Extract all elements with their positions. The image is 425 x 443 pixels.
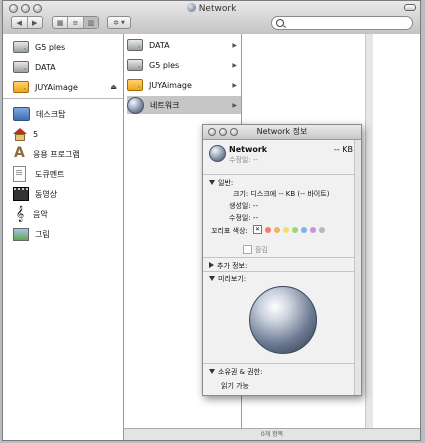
network-globe-icon <box>127 96 144 114</box>
disclosure-down-icon <box>209 180 215 185</box>
label-blue-swatch[interactable] <box>301 226 307 233</box>
toolbar-toggle-button[interactable] <box>404 4 416 11</box>
column-scrollbar[interactable] <box>365 34 373 429</box>
label-yellow-swatch[interactable] <box>283 226 289 233</box>
documents-icon <box>13 166 26 182</box>
window-titlebar[interactable]: Network ◀ ▶ ▦ ≡ ▥ ✲ ▼ <box>3 1 420 35</box>
sidebar-divider <box>3 98 123 99</box>
preview-section-toggle[interactable]: 미리보기: <box>209 274 246 284</box>
column-item-g5-ples[interactable]: G5 ples ▶ <box>127 56 241 74</box>
created-row: 생성일: -- <box>229 202 258 210</box>
info-minimize-button[interactable] <box>219 128 227 136</box>
view-mode-control: ▦ ≡ ▥ <box>52 16 99 29</box>
sidebar-item-home[interactable]: 5 <box>13 127 121 141</box>
info-zoom-button[interactable] <box>230 128 238 136</box>
label-red-swatch[interactable] <box>265 226 271 233</box>
label-gray-swatch[interactable] <box>319 226 325 233</box>
sidebar-item-documents[interactable]: 도큐멘트 <box>13 166 121 182</box>
disclosure-down-icon <box>209 369 215 374</box>
status-bar: 0개 항목 <box>124 428 420 440</box>
movies-icon <box>13 187 29 201</box>
column-browser-pane-3 <box>373 34 420 429</box>
pictures-icon <box>13 227 29 241</box>
hard-disk-icon <box>13 61 29 73</box>
label-none-swatch[interactable]: ✕ <box>253 225 262 234</box>
section-divider <box>203 271 361 272</box>
general-section-toggle[interactable]: 일반: <box>209 178 233 188</box>
network-preview-globe-icon <box>249 286 317 354</box>
sidebar-item-data[interactable]: DATA <box>13 60 121 74</box>
back-forward-control: ◀ ▶ <box>11 16 43 29</box>
info-header: Network -- KB 수정일: -- <box>209 143 355 173</box>
ownership-section-toggle[interactable]: 소유권 & 권한: <box>209 367 262 377</box>
label-orange-swatch[interactable] <box>274 226 280 233</box>
hard-disk-icon <box>13 41 29 53</box>
more-info-section-toggle[interactable]: 추가 정보: <box>209 261 247 271</box>
icon-view-icon[interactable]: ▦ <box>53 17 69 28</box>
label-color-picker: ✕ <box>253 225 328 234</box>
search-icon <box>276 19 284 27</box>
window-title: Network <box>3 3 420 14</box>
info-close-button[interactable] <box>208 128 216 136</box>
chevron-right-icon: ▶ <box>232 81 237 89</box>
disclosure-right-icon <box>209 262 214 268</box>
chevron-right-icon: ▶ <box>232 101 237 109</box>
search-field[interactable] <box>271 16 413 30</box>
list-view-icon[interactable]: ≡ <box>68 17 84 28</box>
info-panel-title: Network 정보 <box>256 127 308 136</box>
disclosure-down-icon <box>209 276 215 281</box>
label-color-label: 꼬리표 색상: <box>211 227 248 235</box>
music-icon: 𝄞 <box>15 206 25 222</box>
gear-icon: ✲ <box>113 18 119 27</box>
sidebar-item-juyaimage[interactable]: JUYAimage ⏏ <box>13 80 121 94</box>
label-green-swatch[interactable] <box>292 226 298 233</box>
back-arrow-icon[interactable]: ◀ <box>12 17 28 28</box>
modified-row: 수정일: -- <box>229 214 258 222</box>
chevron-down-icon: ▼ <box>121 19 125 26</box>
eject-icon[interactable]: ⏏ <box>110 83 117 91</box>
locked-checkbox[interactable] <box>243 245 252 254</box>
permission-value: 읽기 가능 <box>221 382 249 390</box>
info-panel-scrollbar[interactable] <box>354 140 361 395</box>
kind-row: 크기: 디스크에 -- KB (-- 바이트) <box>233 190 330 198</box>
desktop-icon <box>13 107 30 121</box>
chevron-right-icon: ▶ <box>232 61 237 69</box>
label-purple-swatch[interactable] <box>310 226 316 233</box>
sidebar: G5 ples DATA JUYAimage ⏏ 데스크탑 5 응용 프로그램 … <box>3 34 124 440</box>
external-disk-icon <box>13 81 29 93</box>
column-item-network[interactable]: 네트워크 ▶ <box>127 96 241 114</box>
column-item-juyaimage[interactable]: JUYAimage ▶ <box>127 76 241 94</box>
network-globe-icon <box>186 3 196 12</box>
section-divider <box>203 257 361 258</box>
sidebar-item-desktop[interactable]: 데스크탑 <box>13 107 121 121</box>
column-view-icon[interactable]: ▥ <box>83 17 98 28</box>
chevron-right-icon: ▶ <box>232 41 237 49</box>
sidebar-item-movies[interactable]: 동영상 <box>13 187 121 201</box>
info-panel: Network 정보 Network -- KB 수정일: -- 일반: 크기:… <box>202 124 362 396</box>
action-menu-button[interactable]: ✲ ▼ <box>107 16 131 29</box>
locked-label: 잠김 <box>255 246 268 254</box>
network-globe-icon <box>209 145 226 162</box>
sidebar-item-applications[interactable]: 응용 프로그램 <box>13 145 121 161</box>
external-disk-icon <box>127 79 143 91</box>
sidebar-item-g5-ples[interactable]: G5 ples <box>13 40 121 54</box>
hard-disk-icon <box>127 39 143 51</box>
section-divider <box>203 174 361 175</box>
home-icon <box>13 127 27 141</box>
info-panel-titlebar[interactable]: Network 정보 <box>203 125 361 140</box>
hard-disk-icon <box>127 59 143 71</box>
forward-arrow-icon[interactable]: ▶ <box>28 17 43 28</box>
sidebar-item-music[interactable]: 𝄞 음악 <box>13 207 121 221</box>
column-item-data[interactable]: DATA ▶ <box>127 36 241 54</box>
section-divider <box>203 363 361 364</box>
sidebar-item-pictures[interactable]: 그림 <box>13 227 121 241</box>
applications-icon <box>13 145 27 161</box>
